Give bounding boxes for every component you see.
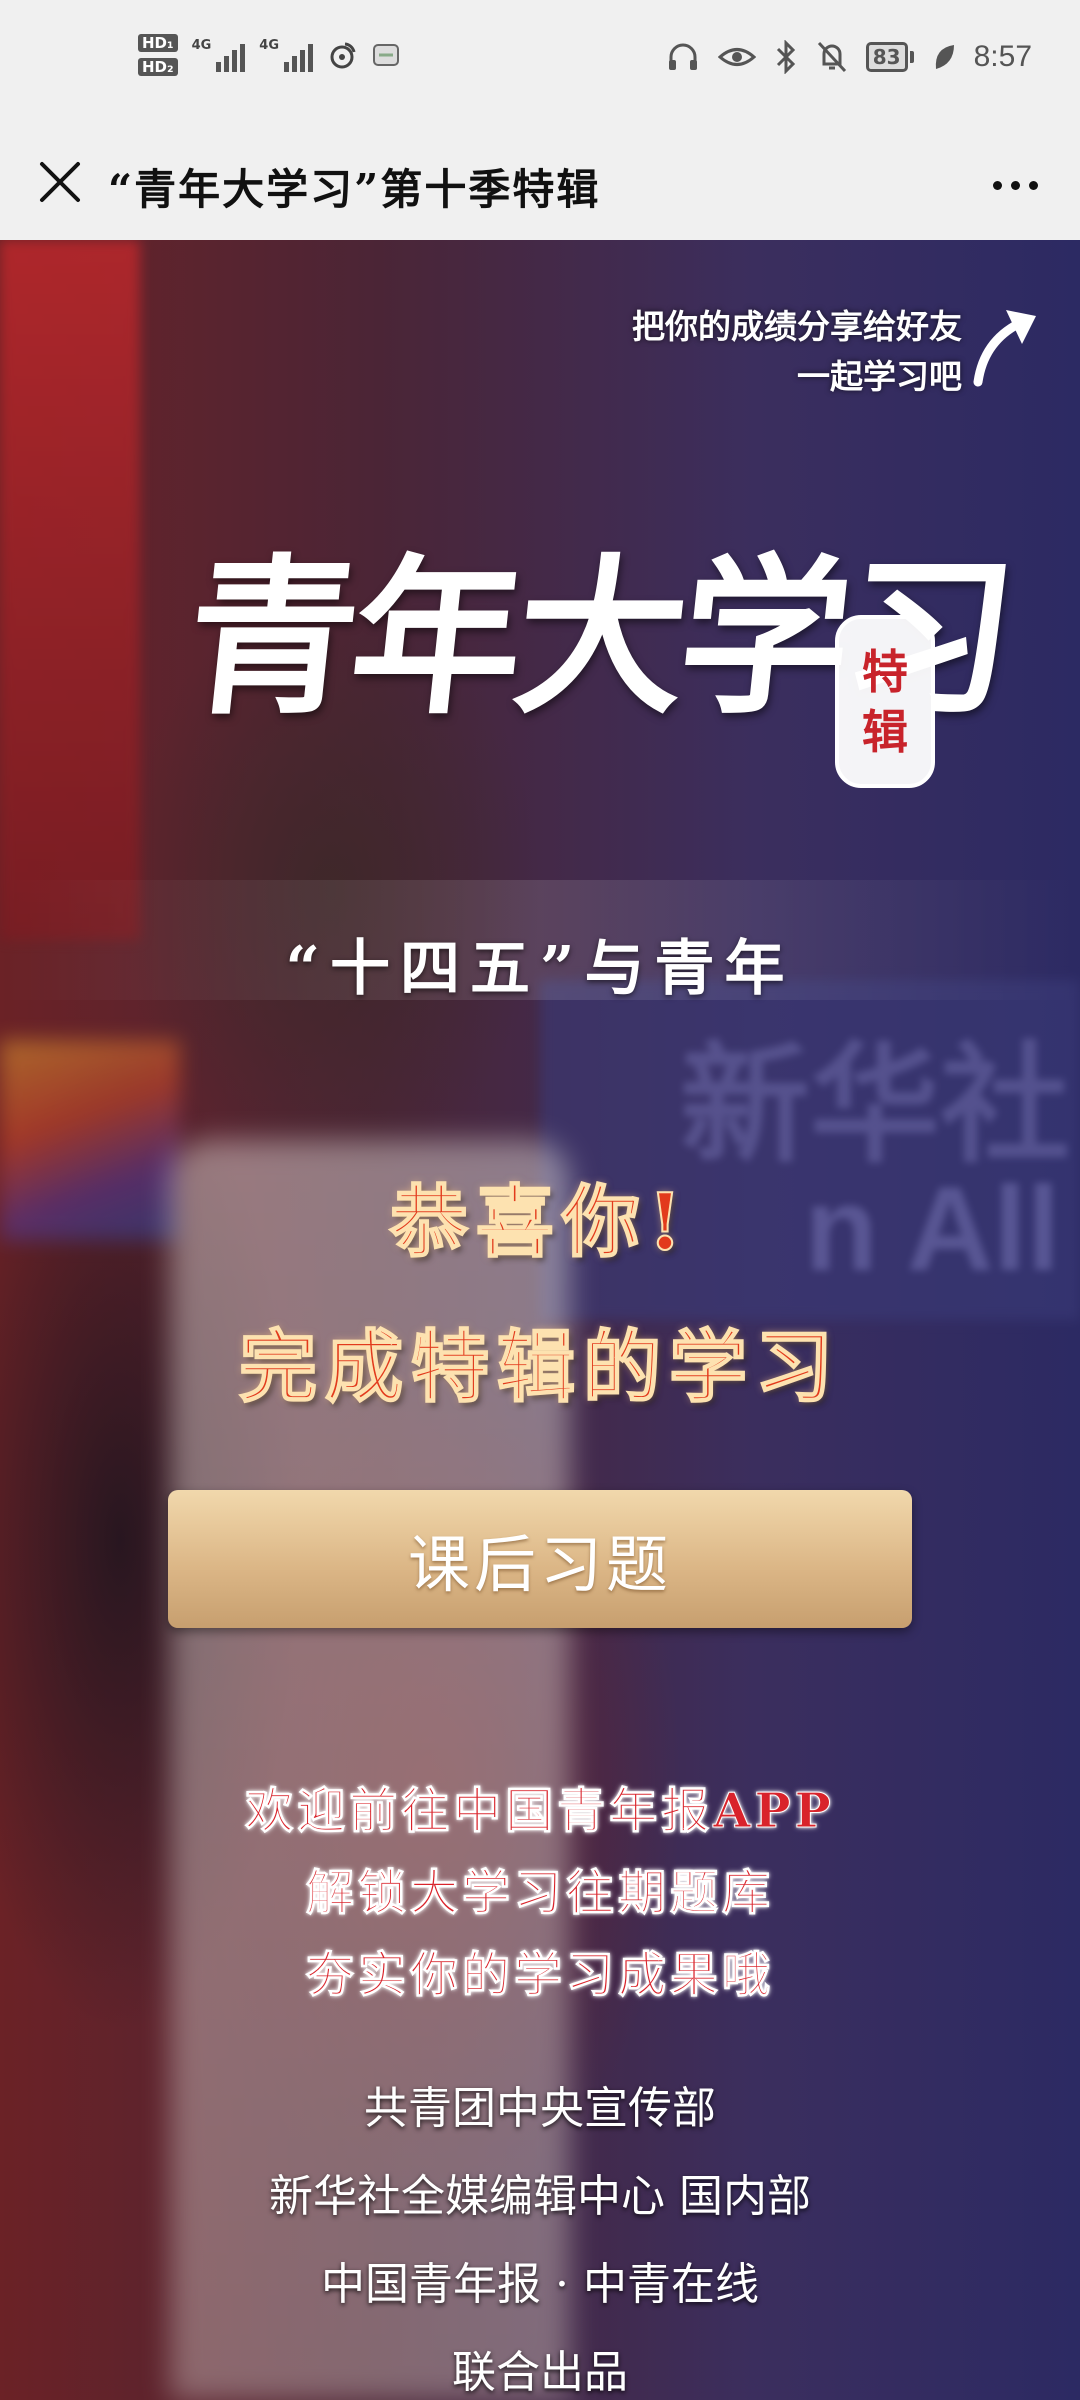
app-notification-icon — [373, 44, 400, 66]
weibo-icon — [330, 42, 356, 69]
bluetooth-icon — [776, 40, 795, 74]
leaf-icon — [935, 45, 954, 69]
share-hint: 把你的成绩分享给好友 一起学习吧 — [632, 302, 962, 402]
share-hint-line-1: 把你的成绩分享给好友 — [632, 307, 962, 346]
app-promo-line-1: 欢迎前往中国青年报APP — [245, 1783, 835, 1840]
headphones-icon — [668, 43, 697, 70]
share-hint-line-2: 一起学习吧 — [797, 357, 962, 396]
credit-line-1: 共青团中央宣传部 — [364, 2083, 716, 2134]
more-options-icon[interactable] — [980, 160, 1050, 210]
app-promo-line-2: 解锁大学习往期题库 — [305, 1865, 774, 1922]
hd1-badge: HD₁ — [138, 34, 178, 52]
clock: 8:57 — [973, 40, 1032, 73]
app-promo: 欢迎前往中国青年报APP 解锁大学习往期题库 夯实你的学习成果哦 — [0, 1770, 1080, 2016]
credits: 共青团中央宣传部 新华社全媒编辑中心 国内部 中国青年报 · 中青在线 联合出品 — [0, 2065, 1080, 2400]
special-edition-seal: 特 辑 — [835, 615, 935, 788]
signal-1-icon: 4G — [192, 38, 246, 72]
close-icon[interactable] — [30, 152, 90, 212]
status-left: HD₁ HD₂ 4G 4G — [138, 34, 401, 76]
congrats-subheading: 完成特辑的学习 — [238, 1321, 841, 1414]
subtitle: “十四五”与青年 — [285, 934, 795, 1004]
eye-icon — [717, 48, 756, 66]
credit-line-3: 中国青年报 · 中青在线 — [321, 2259, 759, 2310]
exercise-button[interactable]: 课后习题 — [168, 1490, 912, 1628]
seal-char-2: 辑 — [862, 704, 908, 759]
page-title: “青年大学习”第十季特辑 — [108, 165, 601, 214]
mute-icon — [817, 41, 846, 73]
signal-2-icon: 4G — [259, 38, 314, 72]
seal-char-1: 特 — [862, 644, 908, 699]
status-right: 83 8:57 — [666, 40, 1032, 74]
hd2-badge: HD₂ — [138, 58, 178, 76]
title-bar: “青年大学习”第十季特辑 — [0, 130, 1080, 241]
credit-line-2: 新华社全媒编辑中心 国内部 — [269, 2171, 811, 2222]
status-bar: HD₁ HD₂ 4G 4G 83 8:57 — [0, 0, 1080, 130]
background-flag — [0, 240, 140, 940]
battery-icon: 83 — [865, 42, 914, 72]
curved-arrow-icon — [973, 310, 1036, 387]
hd-badges: HD₁ HD₂ — [138, 34, 178, 76]
credit-line-4: 联合出品 — [452, 2347, 628, 2398]
webview-content: 新华社 n All 把你的成绩分享给好友 一起学习吧 青年大学习 特 辑 “十四… — [0, 240, 1080, 2400]
congrats-heading: 恭喜你! — [389, 1176, 691, 1269]
app-promo-line-3: 夯实你的学习成果哦 — [305, 1947, 774, 2004]
